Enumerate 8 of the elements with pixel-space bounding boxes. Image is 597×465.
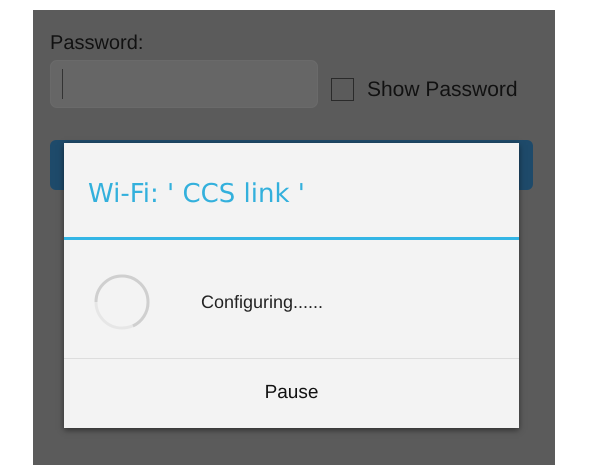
pause-button[interactable]: Pause	[64, 359, 519, 428]
checkbox-label: Show Password	[367, 77, 518, 103]
checkbox[interactable]	[331, 78, 354, 101]
dialog-title: Wi-Fi: ' CCS link '	[88, 178, 305, 211]
password-field[interactable]	[50, 60, 318, 108]
field-label: Password:	[50, 31, 144, 56]
status-message: Configuring......	[201, 291, 324, 314]
spinner-icon	[93, 273, 151, 331]
